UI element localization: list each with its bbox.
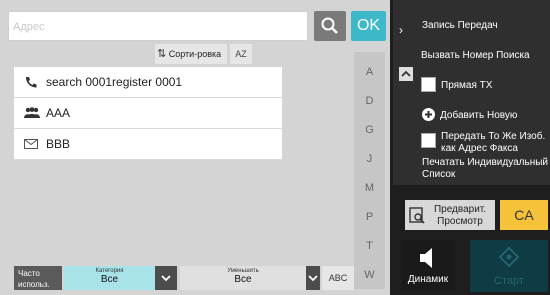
sort-label: Сорти-ровка bbox=[168, 49, 222, 59]
reduce-select[interactable]: Уменьшить Все bbox=[180, 266, 306, 290]
add-new-icon bbox=[422, 108, 435, 125]
start-icon bbox=[499, 247, 519, 267]
list-item[interactable]: BBB bbox=[14, 129, 282, 160]
search-button[interactable] bbox=[314, 11, 346, 41]
list-item-label: search 0001register 0001 bbox=[46, 75, 183, 89]
menu-item-recall-search-number[interactable]: Вызвать Номер Поиска bbox=[421, 50, 530, 62]
phone-icon bbox=[24, 75, 46, 89]
sort-icon: ⇅ bbox=[157, 48, 167, 60]
address-input[interactable]: Адрес bbox=[8, 11, 308, 41]
reduce-value: Все bbox=[234, 274, 252, 285]
ca-button[interactable]: CA bbox=[500, 200, 548, 230]
preview-label: Предварит. Просмотр bbox=[433, 204, 487, 227]
reduce-label: Уменьшить bbox=[227, 268, 259, 274]
alphabet-letter[interactable]: J bbox=[354, 153, 385, 165]
chevron-down-icon bbox=[161, 275, 171, 282]
preview-icon bbox=[409, 207, 425, 224]
group-icon bbox=[24, 106, 46, 120]
search-icon bbox=[321, 17, 338, 34]
sort-button[interactable]: ⇅ Сорти-ровка bbox=[155, 44, 227, 64]
alphabet-letter[interactable]: T bbox=[354, 240, 385, 252]
alphabet-letter[interactable]: A bbox=[354, 66, 385, 78]
category-label: Категория bbox=[95, 268, 124, 274]
email-icon bbox=[24, 137, 46, 151]
preview-button[interactable]: Предварит. Просмотр bbox=[405, 200, 495, 230]
menu-item-print-list[interactable]: Печатать Индивидуальный Список bbox=[422, 157, 548, 181]
abc-button[interactable]: ABC bbox=[322, 266, 354, 290]
start-button[interactable]: Старт bbox=[470, 240, 548, 292]
alphabet-letter[interactable]: P bbox=[354, 211, 385, 223]
ok-button[interactable]: OK bbox=[351, 11, 386, 41]
address-list: search 0001register 0001 AAA BBB bbox=[14, 67, 282, 160]
collapse-button[interactable] bbox=[399, 67, 413, 81]
speaker-label: Динамик bbox=[407, 274, 449, 285]
category-dropdown-button[interactable] bbox=[155, 266, 177, 290]
list-item[interactable]: AAA bbox=[14, 98, 282, 129]
category-select[interactable]: Категория Все bbox=[64, 266, 155, 290]
direct-tx-checkbox[interactable] bbox=[421, 77, 436, 92]
same-image-checkbox[interactable] bbox=[421, 133, 436, 148]
menu-item-same-image-fax[interactable]: Передать То Же Изоб. как Адрес Факса bbox=[441, 131, 550, 155]
speaker-button[interactable]: Динамик bbox=[402, 240, 454, 290]
alphabet-letter[interactable]: D bbox=[354, 95, 385, 107]
menu-item-direct-tx[interactable]: Прямая ТХ bbox=[441, 80, 492, 92]
speaker-icon bbox=[420, 248, 432, 268]
list-item[interactable]: search 0001register 0001 bbox=[14, 67, 282, 98]
menu-expand-icon[interactable]: › bbox=[399, 24, 403, 36]
category-value: Все bbox=[100, 274, 119, 285]
menu-item-add-new[interactable]: Добавить Новую bbox=[440, 110, 517, 122]
list-item-label: BBB bbox=[46, 137, 71, 151]
alphabet-letter[interactable]: G bbox=[354, 124, 385, 136]
reduce-dropdown-button[interactable] bbox=[306, 266, 320, 290]
az-toggle-button[interactable]: AZ bbox=[230, 44, 252, 64]
action-menu: › Запись Передач Вызвать Номер Поиска Пр… bbox=[393, 0, 550, 185]
chevron-down-icon bbox=[308, 275, 318, 282]
frequent-use-tab[interactable]: Часто использ. bbox=[14, 266, 62, 290]
alphabet-letter[interactable]: W bbox=[354, 269, 385, 281]
chevron-up-icon bbox=[401, 70, 411, 77]
menu-item-transmission-log[interactable]: Запись Передач bbox=[422, 20, 498, 32]
start-label: Старт bbox=[494, 275, 524, 287]
list-item-label: AAA bbox=[46, 106, 71, 120]
alphabet-letter[interactable]: M bbox=[354, 182, 385, 194]
alphabet-index: A D G J M P T W bbox=[354, 52, 385, 289]
